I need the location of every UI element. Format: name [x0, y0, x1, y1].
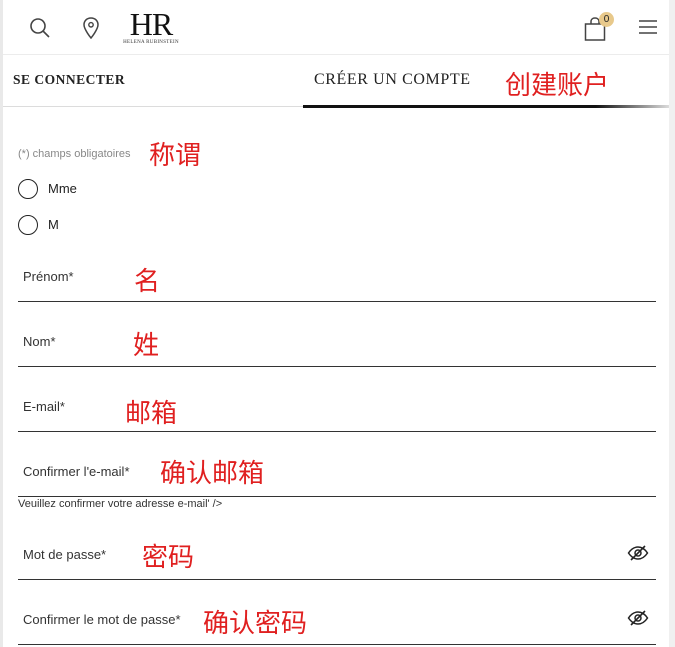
radio-label-m: M	[48, 217, 59, 232]
radio-mme[interactable]: Mme	[18, 179, 98, 201]
lastname-field[interactable]: Nom*	[18, 311, 656, 367]
tab-login[interactable]: SE CONNECTER	[13, 54, 125, 106]
password-confirm-input[interactable]	[18, 589, 622, 645]
search-icon[interactable]	[29, 17, 51, 39]
site-header: HR HELENA RUBINSTEIN 0	[3, 0, 669, 55]
password-input[interactable]	[18, 524, 622, 580]
field-underline	[18, 430, 656, 432]
radio-circle[interactable]	[18, 215, 38, 235]
email-field[interactable]: E-mail*	[18, 376, 656, 432]
email-confirm-input[interactable]	[18, 441, 622, 497]
tab-create-account[interactable]: CRÉER UN COMPTE	[314, 54, 471, 106]
active-tab-indicator	[303, 105, 669, 108]
annotation-email-confirm: 确认邮箱	[160, 459, 265, 489]
required-fields-note: (*) champs obligatoires	[18, 148, 131, 160]
eye-slash-icon[interactable]	[627, 545, 649, 561]
location-pin-icon[interactable]	[81, 16, 101, 40]
tab-divider	[3, 106, 303, 107]
annotation-email: 邮箱	[125, 399, 178, 429]
field-underline	[18, 578, 656, 580]
logo-mark: HR	[129, 6, 173, 42]
email-confirm-hint: Veuillez confirmer votre adresse e-mail'…	[18, 498, 223, 510]
menu-icon[interactable]	[639, 19, 657, 35]
cart-count-badge: 0	[599, 12, 614, 27]
radio-m[interactable]: M	[18, 215, 78, 237]
radio-circle[interactable]	[18, 179, 38, 199]
annotation-firstname: 名	[134, 267, 161, 297]
annotation-password-confirm: 确认密码	[203, 609, 308, 639]
password-confirm-field[interactable]: Confirmer le mot de passe*	[18, 589, 656, 645]
annotation-password: 密码	[142, 543, 195, 573]
annotation-lastname: 姓	[133, 331, 160, 361]
eye-slash-icon[interactable]	[627, 610, 649, 626]
password-field[interactable]: Mot de passe*	[18, 524, 656, 580]
logo-subtitle: HELENA RUBINSTEIN	[123, 40, 179, 45]
annotation-title: 称谓	[149, 141, 202, 171]
field-underline	[18, 365, 656, 367]
field-underline	[18, 495, 656, 497]
email-confirm-field[interactable]: Confirmer l'e-mail*	[18, 441, 656, 497]
annotation-create-account: 创建账户	[505, 71, 610, 101]
brand-logo[interactable]: HR HELENA RUBINSTEIN	[123, 8, 179, 48]
firstname-field[interactable]: Prénom*	[18, 246, 656, 302]
lastname-input[interactable]	[18, 311, 622, 367]
radio-label-mme: Mme	[48, 181, 77, 196]
email-input[interactable]	[18, 376, 622, 432]
firstname-input[interactable]	[18, 246, 622, 302]
field-underline	[18, 300, 656, 302]
scrollbar-track[interactable]	[669, 0, 675, 647]
field-underline	[18, 643, 656, 645]
